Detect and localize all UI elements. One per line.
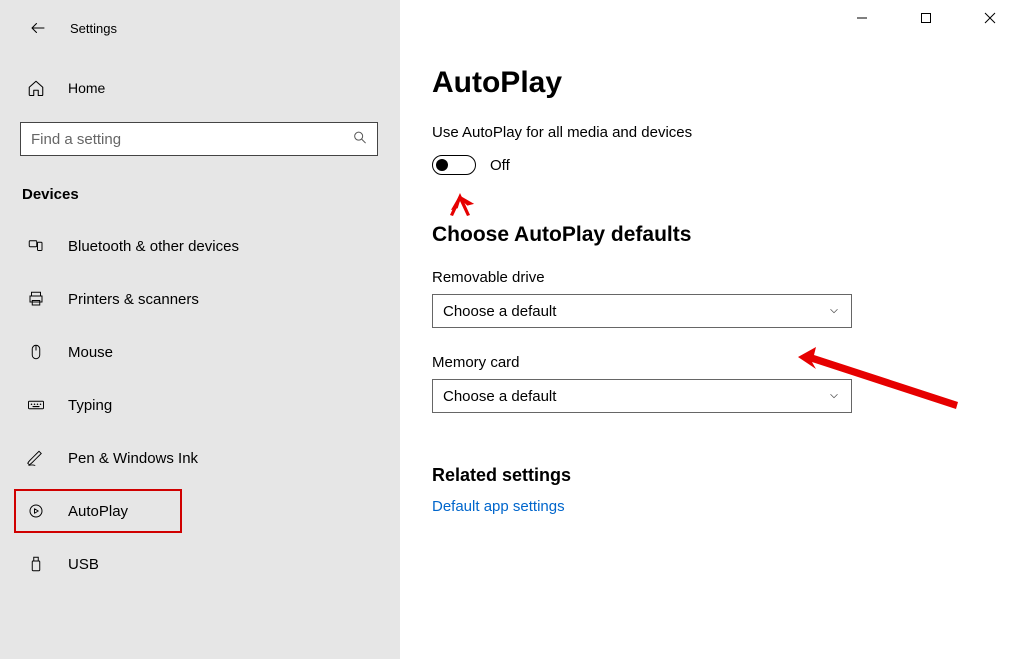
sidebar-item-usb[interactable]: USB <box>0 542 400 586</box>
default-app-settings-link[interactable]: Default app settings <box>432 498 1000 515</box>
window-controls <box>842 4 1010 32</box>
page-title: AutoPlay <box>432 66 1000 100</box>
pen-icon <box>26 448 46 468</box>
mouse-icon <box>26 342 46 362</box>
close-icon <box>984 12 996 24</box>
printer-icon <box>26 289 46 309</box>
search-input[interactable] <box>20 122 378 156</box>
removable-drive-dropdown[interactable]: Choose a default <box>432 294 852 328</box>
sidebar-item-bluetooth[interactable]: Bluetooth & other devices <box>0 224 400 268</box>
back-button[interactable] <box>26 16 50 40</box>
sidebar-section-title: Devices <box>0 166 400 215</box>
close-button[interactable] <box>970 4 1010 32</box>
sidebar-item-label: Pen & Windows Ink <box>68 450 198 467</box>
search-wrap <box>20 122 378 156</box>
sidebar-item-autoplay[interactable]: AutoPlay <box>14 489 182 533</box>
minimize-icon <box>856 12 868 24</box>
search-icon <box>352 130 368 149</box>
memory-card-dropdown[interactable]: Choose a default <box>432 379 852 413</box>
memory-card-label: Memory card <box>432 354 1000 371</box>
autoplay-toggle-row: Off <box>432 155 1000 175</box>
toggle-knob <box>436 159 448 171</box>
toggle-caption: Use AutoPlay for all media and devices <box>432 124 1000 141</box>
sidebar-item-label: AutoPlay <box>68 503 128 520</box>
autoplay-toggle[interactable] <box>432 155 476 175</box>
title-bar: Settings <box>0 8 400 58</box>
sidebar-item-label: Typing <box>68 397 112 414</box>
maximize-icon <box>920 12 932 24</box>
sidebar-item-mouse[interactable]: Mouse <box>0 330 400 374</box>
sidebar-item-label: Printers & scanners <box>68 291 199 308</box>
home-icon <box>26 78 46 98</box>
related-settings-heading: Related settings <box>432 465 1000 486</box>
minimize-button[interactable] <box>842 4 882 32</box>
chevron-down-icon <box>827 304 841 318</box>
chevron-down-icon <box>827 389 841 403</box>
usb-icon <box>26 554 46 574</box>
sidebar-item-typing[interactable]: Typing <box>0 383 400 427</box>
main-content: AutoPlay Use AutoPlay for all media and … <box>400 0 1020 659</box>
sidebar-home[interactable]: Home <box>0 68 400 108</box>
arrow-left-icon <box>29 19 47 37</box>
removable-drive-value: Choose a default <box>443 303 556 320</box>
sidebar-home-label: Home <box>68 80 105 96</box>
autoplay-icon <box>26 501 46 521</box>
keyboard-icon <box>26 395 46 415</box>
window-title: Settings <box>70 21 117 36</box>
devices-icon <box>26 236 46 256</box>
toggle-state-label: Off <box>490 157 510 174</box>
sidebar-item-label: Bluetooth & other devices <box>68 238 239 255</box>
defaults-heading: Choose AutoPlay defaults <box>432 223 1000 247</box>
sidebar: Settings Home Devices Bluetooth & other … <box>0 0 400 659</box>
sidebar-item-label: USB <box>68 556 99 573</box>
maximize-button[interactable] <box>906 4 946 32</box>
removable-drive-label: Removable drive <box>432 269 1000 286</box>
sidebar-item-label: Mouse <box>68 344 113 361</box>
memory-card-value: Choose a default <box>443 388 556 405</box>
sidebar-item-pen[interactable]: Pen & Windows Ink <box>0 436 400 480</box>
sidebar-item-printers[interactable]: Printers & scanners <box>0 277 400 321</box>
